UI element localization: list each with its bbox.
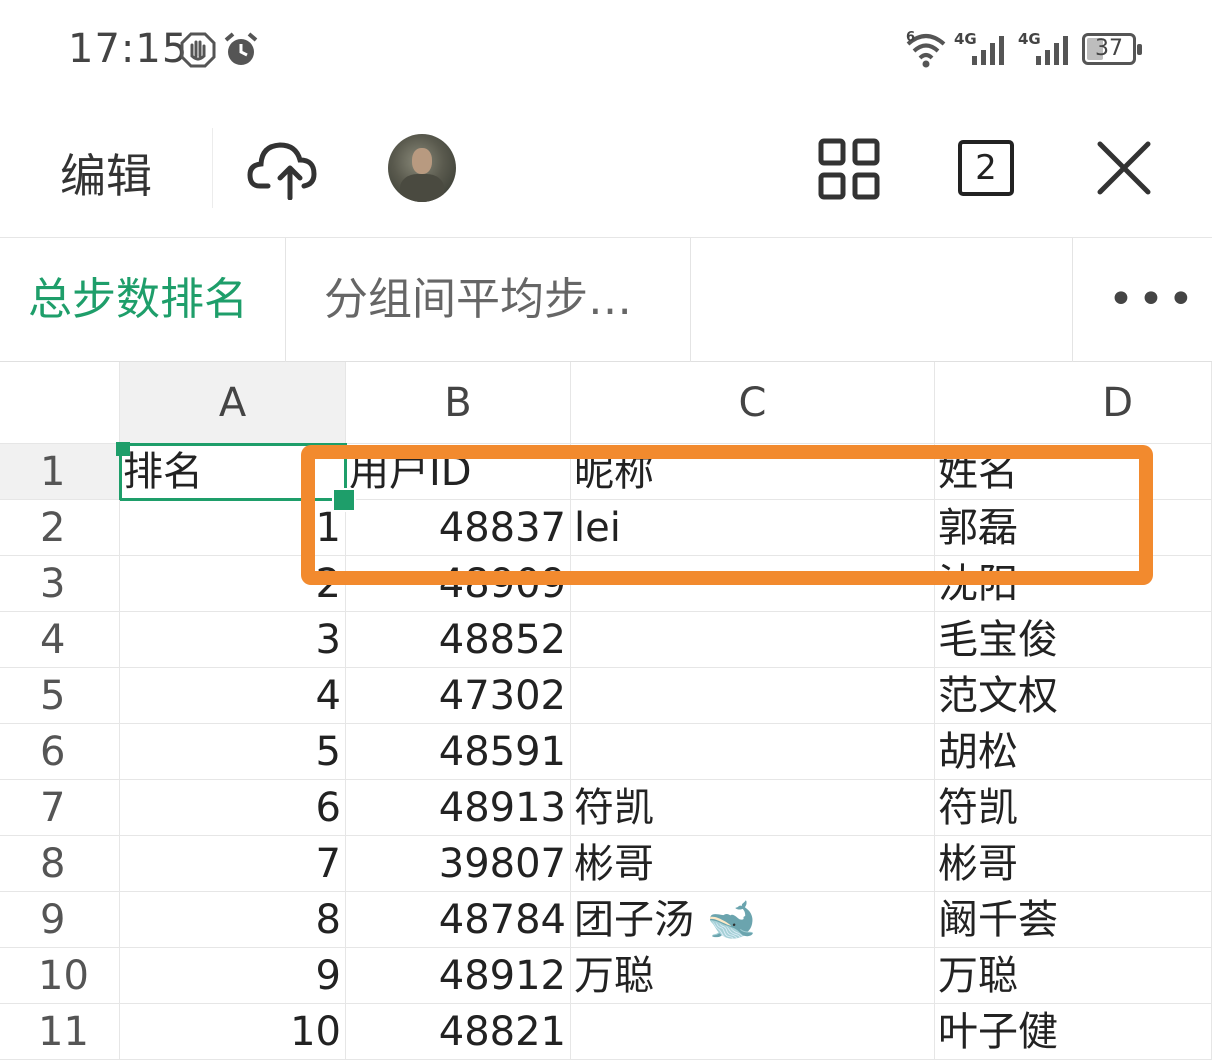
status-time: 17:15 (68, 26, 189, 72)
column-header-b[interactable]: B (346, 362, 571, 444)
table-row: 4 3 48852 毛宝俊 (0, 612, 1212, 668)
table-cell[interactable] (571, 668, 935, 724)
battery-icon: 37 (1082, 33, 1142, 65)
table-cell[interactable]: 彬哥 (571, 836, 935, 892)
row-header[interactable]: 7 (0, 780, 120, 836)
row-header[interactable]: 6 (0, 724, 120, 780)
table-cell[interactable] (571, 1004, 935, 1060)
row-header[interactable]: 5 (0, 668, 120, 724)
wifi-generation-label: 6 (906, 30, 916, 45)
row-header[interactable]: 2 (0, 500, 120, 556)
sheet-tab-total-steps[interactable]: 总步数排名 (0, 238, 286, 362)
table-cell[interactable]: 9 (120, 948, 346, 1004)
table-cell[interactable]: 48784 (346, 892, 571, 948)
table-cell[interactable]: 48912 (346, 948, 571, 1004)
more-options-button[interactable]: ••• (1108, 274, 1198, 325)
edit-button[interactable]: 编辑 (60, 140, 152, 206)
table-row: 8 7 39807 彬哥 彬哥 (0, 836, 1212, 892)
table-row: 5 4 47302 范文权 (0, 668, 1212, 724)
row-header[interactable]: 10 (0, 948, 120, 1004)
table-row: 10 9 48912 万聪 万聪 (0, 948, 1212, 1004)
row-header[interactable]: 9 (0, 892, 120, 948)
cellular-signal-icon (972, 36, 1004, 65)
table-cell[interactable]: 5 (120, 724, 346, 780)
row-header[interactable]: 3 (0, 556, 120, 612)
user-avatar[interactable] (388, 134, 456, 202)
grid-apps-icon[interactable] (818, 138, 880, 200)
tab-divider (1072, 238, 1073, 362)
table-cell[interactable]: 48591 (346, 724, 571, 780)
table-cell[interactable]: 48913 (346, 780, 571, 836)
table-cell[interactable] (571, 612, 935, 668)
cellular-signal-icon (1036, 36, 1068, 65)
table-cell[interactable]: 3 (120, 612, 346, 668)
table-cell[interactable]: 万聪 (571, 948, 935, 1004)
column-header-c[interactable]: C (571, 362, 935, 444)
table-cell[interactable]: 彬哥 (935, 836, 1212, 892)
app-toolbar: 编辑 2 (0, 100, 1212, 238)
table-cell[interactable]: 叶子健 (935, 1004, 1212, 1060)
table-row: 6 5 48591 胡松 (0, 724, 1212, 780)
table-cell[interactable]: 39807 (346, 836, 571, 892)
selection-start-handle[interactable] (116, 442, 130, 456)
table-cell[interactable]: 符凯 (571, 780, 935, 836)
select-all-corner[interactable] (0, 362, 120, 444)
tab-count-button[interactable]: 2 (958, 140, 1014, 196)
table-cell[interactable]: 48821 (346, 1004, 571, 1060)
table-cell[interactable]: 48852 (346, 612, 571, 668)
table-cell[interactable]: 6 (120, 780, 346, 836)
toolbar-divider (212, 128, 213, 208)
table-cell[interactable]: 10 (120, 1004, 346, 1060)
selection-fill-handle[interactable] (332, 488, 356, 512)
table-row: 11 10 48821 叶子健 (0, 1004, 1212, 1060)
table-cell[interactable]: 阚千荟 (935, 892, 1212, 948)
do-not-disturb-hand-icon (180, 32, 216, 68)
cloud-upload-icon[interactable] (246, 138, 320, 200)
row-header[interactable]: 11 (0, 1004, 120, 1060)
table-cell[interactable]: 7 (120, 836, 346, 892)
table-row: 9 8 48784 团子汤 🐋 阚千荟 (0, 892, 1212, 948)
table-cell[interactable]: 47302 (346, 668, 571, 724)
table-cell[interactable]: 胡松 (935, 724, 1212, 780)
table-row: 7 6 48913 符凯 符凯 (0, 780, 1212, 836)
row-header[interactable]: 1 (0, 444, 120, 500)
table-cell[interactable]: 4 (120, 668, 346, 724)
row-header[interactable]: 4 (0, 612, 120, 668)
battery-percent: 37 (1095, 36, 1123, 61)
table-cell[interactable]: 范文权 (935, 668, 1212, 724)
column-header-a[interactable]: A (120, 362, 346, 444)
row-header[interactable]: 8 (0, 836, 120, 892)
sheet-tab-group-average[interactable]: 分组间平均步… (286, 238, 691, 362)
table-cell[interactable]: 团子汤 🐋 (571, 892, 935, 948)
table-cell[interactable]: 8 (120, 892, 346, 948)
highlight-annotation-box (301, 445, 1153, 585)
status-bar: 17:15 6 4G 4G 37 (0, 0, 1212, 100)
table-cell[interactable] (571, 724, 935, 780)
alarm-clock-icon (224, 32, 258, 65)
sheet-tabs: 总步数排名 分组间平均步… ••• (0, 238, 1212, 362)
close-icon[interactable] (1096, 140, 1152, 196)
column-header-d[interactable]: D (935, 362, 1212, 444)
table-cell[interactable]: 万聪 (935, 948, 1212, 1004)
table-cell[interactable]: 符凯 (935, 780, 1212, 836)
table-cell[interactable]: 毛宝俊 (935, 612, 1212, 668)
